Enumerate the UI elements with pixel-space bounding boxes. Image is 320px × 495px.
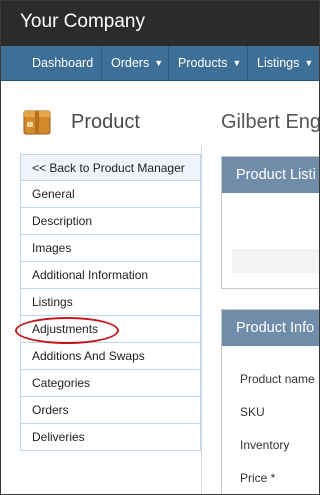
chevron-down-icon: ▼ [304,58,314,68]
nav-divider [247,46,248,81]
sidebar-item-back[interactable]: << Back to Product Manager [20,154,201,181]
chevron-down-icon: ▼ [154,58,164,68]
product-box-icon [23,110,51,135]
sidebar-item-listings[interactable]: Listings [20,289,201,316]
sidebar-item-label: Additions And Swaps [32,349,145,363]
main-navigation: Dashboard Orders ▼ Products ▼ Listings ▼ [1,46,319,81]
product-sidebar: << Back to Product Manager General Descr… [20,154,201,451]
sidebar-item-orders[interactable]: Orders [20,397,201,424]
sidebar-item-label: Images [32,241,72,255]
nav-divider [168,46,169,81]
field-label-sku: SKU [240,405,265,419]
nav-products-label: Products [178,56,228,70]
top-bar: Your Company [1,1,319,46]
page-title: Product [71,111,140,133]
nav-products[interactable]: Products ▼ [178,46,241,81]
sidebar-item-label: << Back to Product Manager [32,161,185,175]
listing-row [232,249,319,273]
panel-title: Product Listi [222,157,319,193]
sidebar-item-images[interactable]: Images [20,235,201,262]
sidebar-item-label: Categories [32,376,91,390]
nav-listings[interactable]: Listings ▼ [257,46,313,81]
sidebar-item-additions-and-swaps[interactable]: Additions And Swaps [20,343,201,370]
product-info-panel: Product Info Product name SKU Inventory … [221,309,319,494]
product-heading: Gilbert Engl [221,111,320,133]
sidebar-item-additional-information[interactable]: Additional Information [20,262,201,289]
company-name[interactable]: Your Company [20,11,145,33]
sidebar-item-general[interactable]: General [20,181,201,208]
nav-dashboard[interactable]: Dashboard [32,46,93,81]
sidebar-item-label: Orders [32,403,69,417]
sidebar-item-label: Listings [32,295,73,309]
sidebar-item-label: Additional Information [32,268,149,282]
product-listing-panel: Product Listi [221,156,319,289]
nav-dashboard-label: Dashboard [32,56,94,70]
sidebar-item-categories[interactable]: Categories [20,370,201,397]
nav-orders-label: Orders [111,56,150,70]
highlight-ellipse [15,317,119,344]
chevron-down-icon: ▼ [232,58,242,68]
field-label-price: Price * [240,471,276,485]
column-divider [201,146,202,494]
nav-listings-label: Listings [257,56,300,70]
sidebar-item-label: Description [32,214,93,228]
sidebar-item-description[interactable]: Description [20,208,201,235]
sidebar-item-deliveries[interactable]: Deliveries [20,424,201,451]
panel-title: Product Info [222,310,319,346]
sidebar-item-label: General [32,187,75,201]
sidebar-item-label: Deliveries [32,430,85,444]
field-label-product-name: Product name [240,372,315,386]
nav-orders[interactable]: Orders ▼ [111,46,163,81]
field-label-inventory: Inventory [240,438,290,452]
app-window: Your Company Dashboard Orders ▼ Products ▼… [0,0,320,495]
nav-divider [101,46,102,81]
